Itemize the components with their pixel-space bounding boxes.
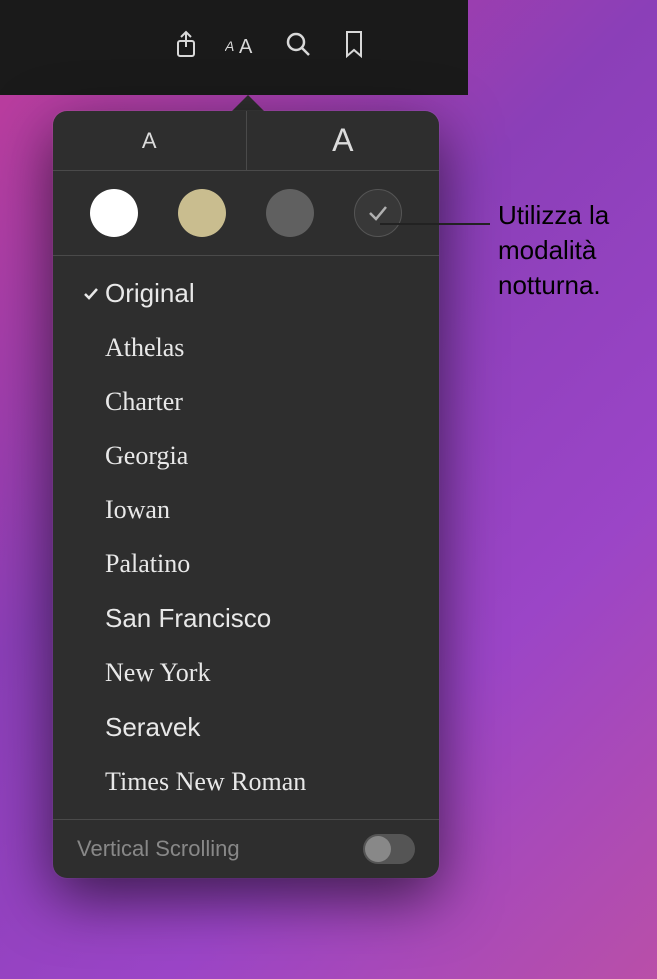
font-item-georgia[interactable]: Georgia [53, 429, 439, 483]
callout-text: Utilizza la modalità notturna. [498, 198, 657, 303]
font-label: Seravek [105, 712, 200, 743]
font-label: Georgia [105, 441, 188, 471]
small-a-label: A [142, 128, 157, 154]
font-label: San Francisco [105, 603, 271, 634]
toggle-knob [365, 836, 391, 862]
font-item-sanfrancisco[interactable]: San Francisco [53, 591, 439, 646]
font-item-original[interactable]: Original [53, 266, 439, 321]
font-item-palatino[interactable]: Palatino [53, 537, 439, 591]
theme-gray-button[interactable] [266, 189, 314, 237]
font-label: Times New Roman [105, 767, 306, 797]
font-item-charter[interactable]: Charter [53, 375, 439, 429]
font-label: Charter [105, 387, 183, 417]
vertical-scrolling-toggle[interactable] [363, 834, 415, 864]
theme-night-button[interactable] [354, 189, 402, 237]
share-icon[interactable] [168, 26, 204, 62]
theme-sepia-button[interactable] [178, 189, 226, 237]
search-icon[interactable] [280, 26, 316, 62]
svg-text:A: A [239, 36, 253, 57]
popover-arrow [232, 95, 264, 111]
bookmark-icon[interactable] [336, 26, 372, 62]
theme-selector [53, 171, 439, 256]
font-item-athelas[interactable]: Athelas [53, 321, 439, 375]
toolbar: A A [168, 26, 372, 62]
callout-line [380, 223, 490, 225]
font-label: New York [105, 658, 210, 688]
font-label: Athelas [105, 333, 184, 363]
font-item-times[interactable]: Times New Roman [53, 755, 439, 809]
checkmark-icon [77, 286, 105, 302]
font-item-seravek[interactable]: Seravek [53, 700, 439, 755]
increase-font-button[interactable]: A [247, 111, 440, 170]
font-label: Original [105, 278, 195, 309]
appearance-icon[interactable]: A A [224, 26, 260, 62]
svg-text:A: A [225, 38, 234, 54]
vertical-scrolling-row: Vertical Scrolling [53, 819, 439, 878]
font-item-newyork[interactable]: New York [53, 646, 439, 700]
large-a-label: A [332, 122, 353, 159]
theme-white-button[interactable] [90, 189, 138, 237]
font-item-iowan[interactable]: Iowan [53, 483, 439, 537]
appearance-popover: A A Original Athelas [53, 111, 439, 878]
checkmark-icon [367, 202, 389, 224]
font-list: Original Athelas Charter Georgia Iowan P… [53, 256, 439, 819]
decrease-font-button[interactable]: A [53, 111, 247, 170]
font-label: Palatino [105, 549, 190, 579]
font-label: Iowan [105, 495, 170, 525]
font-size-controls: A A [53, 111, 439, 171]
vertical-scrolling-label: Vertical Scrolling [77, 836, 240, 862]
